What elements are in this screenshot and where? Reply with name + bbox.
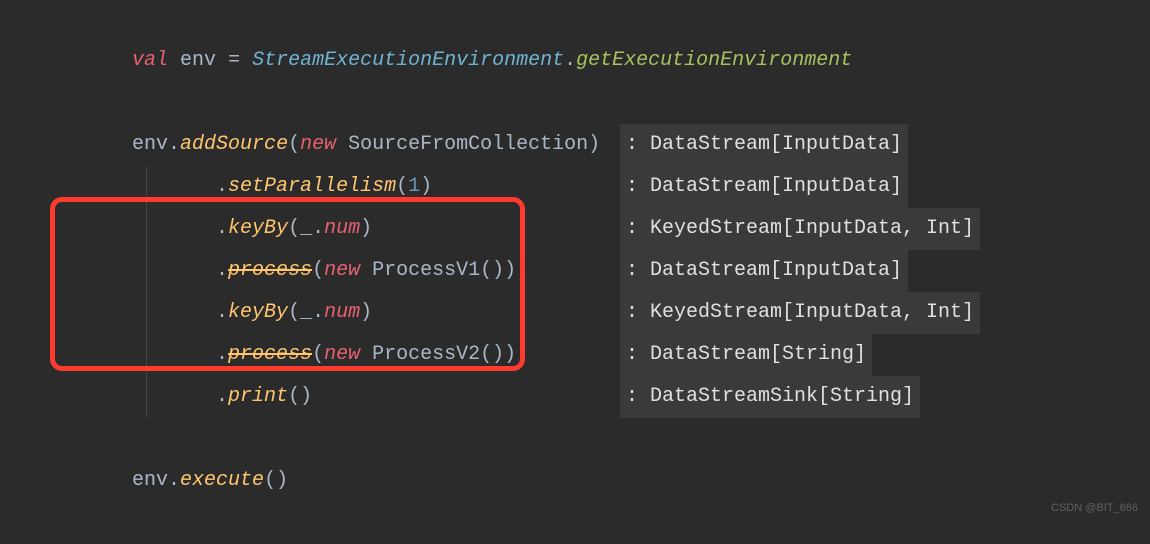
type-hint: : DataStream[InputData]	[620, 250, 908, 292]
code-line-1[interactable]: val env = StreamExecutionEnvironment.get…	[60, 40, 1090, 82]
method-getenv: getExecutionEnvironment	[576, 49, 852, 72]
class-streamenv: StreamExecutionEnvironment	[252, 49, 564, 72]
code-line-11[interactable]: env.execute()	[60, 460, 1090, 502]
var-env: env	[132, 469, 168, 492]
code-line-9[interactable]: .print() : DataStreamSink[String]	[60, 376, 1090, 418]
var-env: env	[180, 49, 216, 72]
method-print: print	[228, 385, 288, 408]
type-hint: : DataStream[InputData]	[620, 166, 908, 208]
watermark: CSDN @BIT_666	[1051, 502, 1138, 514]
class-processv2: ProcessV2	[372, 343, 480, 366]
type-hint: : DataStream[InputData]	[620, 124, 908, 166]
class-processv1: ProcessV1	[372, 259, 480, 282]
keyword-val: val	[132, 49, 168, 72]
type-hint: : DataStream[String]	[620, 334, 872, 376]
method-execute: execute	[180, 469, 264, 492]
literal-1: 1	[408, 175, 420, 198]
type-hint: : KeyedStream[InputData, Int]	[620, 292, 980, 334]
type-hint: : KeyedStream[InputData, Int]	[620, 208, 980, 250]
type-hint: : DataStreamSink[String]	[620, 376, 920, 418]
code-editor[interactable]: val env = StreamExecutionEnvironment.get…	[60, 40, 1090, 502]
keyword-new: new	[324, 343, 360, 366]
